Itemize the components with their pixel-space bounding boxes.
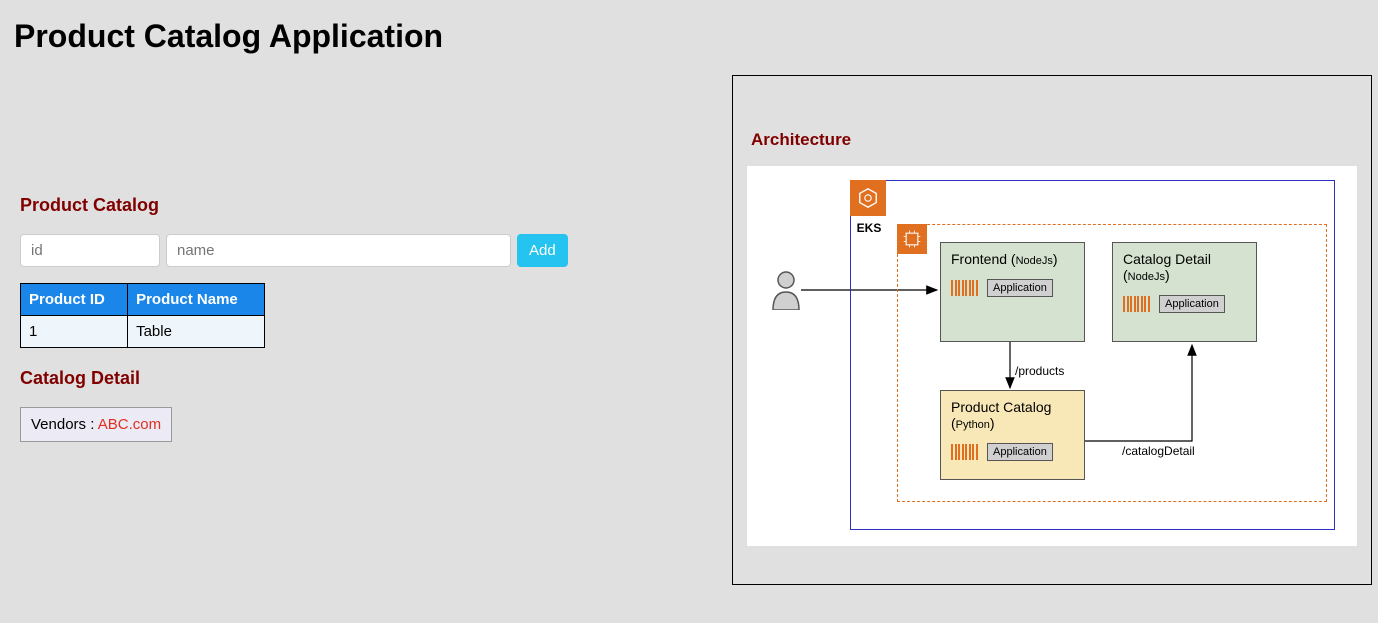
cell-product-name: Table: [128, 316, 265, 348]
main-columns: Product Catalog Add Product ID Product N…: [12, 55, 1366, 585]
catalog-detail-heading: Catalog Detail: [20, 368, 712, 389]
container-icon: [951, 443, 981, 461]
cell-product-id: 1: [21, 316, 128, 348]
col-product-id: Product ID: [21, 284, 128, 316]
product-name-input[interactable]: [166, 234, 511, 267]
container-icon: [1123, 295, 1153, 313]
product-id-input[interactable]: [20, 234, 160, 267]
application-badge: Application: [987, 279, 1053, 297]
frontend-title: Frontend (NodeJs): [951, 251, 1074, 267]
frontend-service-box: Frontend (NodeJs) Application: [940, 242, 1085, 342]
catalog-detail-title: Catalog Detail (NodeJs): [1123, 251, 1246, 283]
edge-label-products: /products: [1015, 364, 1064, 378]
eks-label: EKS: [851, 221, 887, 235]
edge-label-catalog-detail: /catalogDetail: [1122, 444, 1195, 458]
product-catalog-title: Product Catalog (Python): [951, 399, 1074, 431]
architecture-diagram: EKS Frontend (NodeJs) Application Catalo…: [747, 166, 1357, 546]
catalog-detail-service-box: Catalog Detail (NodeJs) Application: [1112, 242, 1257, 342]
page-title: Product Catalog Application: [14, 18, 1366, 55]
left-column: Product Catalog Add Product ID Product N…: [12, 55, 712, 585]
vendors-box: Vendors : ABC.com: [20, 407, 172, 442]
architecture-heading: Architecture: [751, 130, 1357, 150]
application-badge: Application: [1159, 295, 1225, 313]
container-icon: [951, 279, 981, 297]
right-column: Architecture: [732, 55, 1372, 585]
application-badge: Application: [987, 443, 1053, 461]
product-catalog-heading: Product Catalog: [20, 195, 712, 216]
vendor-link[interactable]: ABC.com: [94, 416, 161, 433]
architecture-panel: Architecture: [732, 75, 1372, 585]
table-header-row: Product ID Product Name: [21, 284, 265, 316]
eks-icon: [850, 180, 886, 216]
chip-icon: [897, 224, 927, 254]
add-button[interactable]: Add: [517, 234, 568, 267]
product-catalog-service-box: Product Catalog (Python) Application: [940, 390, 1085, 480]
add-product-form: Add: [20, 234, 712, 267]
col-product-name: Product Name: [128, 284, 265, 316]
vendors-label: Vendors :: [31, 416, 94, 433]
user-icon: [771, 270, 801, 310]
product-table: Product ID Product Name 1 Table: [20, 283, 265, 348]
table-row: 1 Table: [21, 316, 265, 348]
